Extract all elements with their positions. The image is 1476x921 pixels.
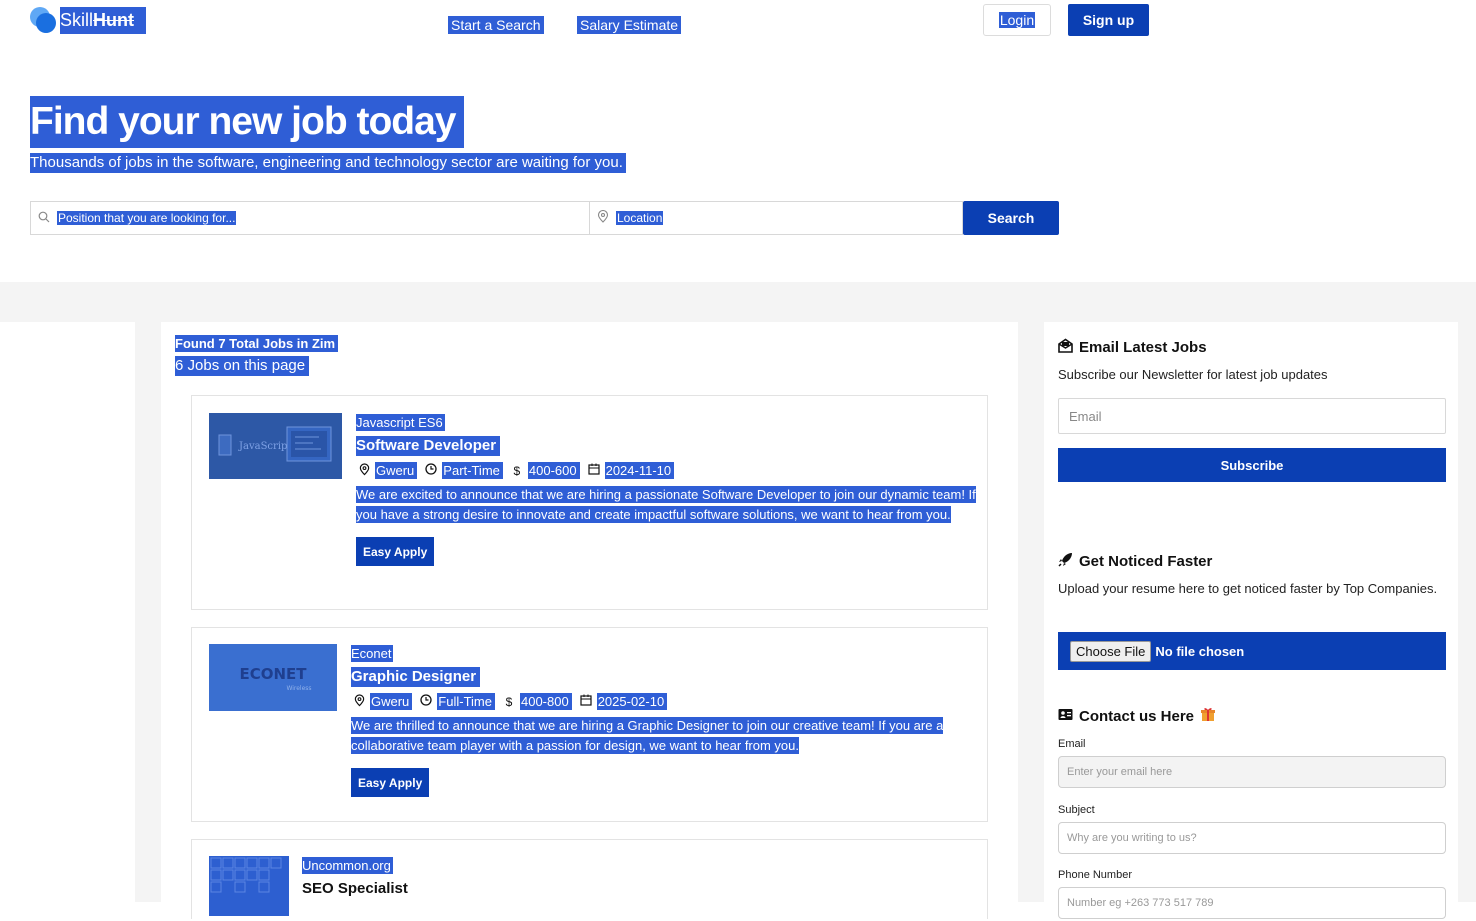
job-card[interactable]: JavaScript Javascript ES6 Software Devel… bbox=[191, 395, 988, 610]
job-date: 2025-02-10 bbox=[596, 693, 668, 710]
job-meta: Gweru Full-Time $ 400-800 2025-02-10 bbox=[351, 693, 971, 710]
job-details: Econet Graphic Designer Gweru Full-Time … bbox=[351, 645, 971, 797]
login-button[interactable]: Login bbox=[983, 4, 1051, 36]
newsletter-email-input[interactable]: Email bbox=[1058, 398, 1446, 434]
logo-text-skill: Skill bbox=[60, 9, 94, 30]
job-description: We are thrilled to announce that we are … bbox=[351, 716, 971, 756]
contact-email-input[interactable]: Enter your email here bbox=[1058, 756, 1446, 788]
email-heading-text: Email Latest Jobs bbox=[1079, 339, 1207, 356]
easy-apply-button[interactable]: Easy Apply bbox=[351, 768, 430, 797]
choose-file-button[interactable]: Choose File bbox=[1070, 640, 1152, 662]
noticed-heading-text: Get Noticed Faster bbox=[1079, 553, 1213, 570]
position-placeholder: Position that you are looking for... bbox=[57, 211, 237, 225]
top-header: Skill Hunt Start a Search Salary Estimate… bbox=[0, 0, 1476, 60]
job-company[interactable]: Econet bbox=[351, 645, 394, 662]
clock-icon bbox=[418, 694, 434, 709]
job-company-logo bbox=[209, 856, 289, 916]
noticed-subtext: Upload your resume here to get noticed f… bbox=[1058, 581, 1438, 596]
contact-heading-text: Contact us Here bbox=[1079, 707, 1195, 725]
location-pin-icon bbox=[351, 693, 367, 710]
hero-subtitle: Thousands of jobs in the software, engin… bbox=[30, 153, 626, 173]
phone-label: Phone Number bbox=[1058, 869, 1132, 881]
subscribe-button[interactable]: Subscribe bbox=[1058, 448, 1446, 482]
job-company[interactable]: Uncommon.org bbox=[302, 857, 393, 874]
envelope-open-icon bbox=[1058, 338, 1073, 357]
job-card[interactable]: ECONET Wireless Econet Graphic Designer … bbox=[191, 627, 988, 822]
location-pin-icon bbox=[356, 462, 372, 479]
job-details: Javascript ES6 Software Developer Gweru … bbox=[356, 414, 976, 566]
gift-icon bbox=[1200, 706, 1216, 726]
job-description-text: We are excited to announce that we are h… bbox=[356, 486, 976, 523]
job-location: Gweru bbox=[375, 462, 418, 479]
dollar-icon: $ bbox=[513, 463, 521, 478]
job-location: Gweru bbox=[370, 693, 413, 710]
phone-input[interactable]: Number eg +263 773 517 789 bbox=[1058, 887, 1446, 919]
job-salary: 400-800 bbox=[519, 693, 572, 710]
job-company-logo: JavaScript bbox=[209, 413, 342, 479]
right-sidebar: Email Latest Jobs Subscribe our Newslett… bbox=[1044, 322, 1458, 919]
job-title[interactable]: SEO Specialist bbox=[302, 879, 412, 899]
location-search-field[interactable]: Location bbox=[590, 201, 963, 235]
search-icon bbox=[31, 211, 57, 226]
email-latest-jobs-heading: Email Latest Jobs bbox=[1058, 338, 1207, 357]
job-company-logo: ECONET Wireless bbox=[209, 644, 337, 711]
results-on-page: 6 Jobs on this page bbox=[175, 356, 310, 376]
position-search-field[interactable]: Position that you are looking for... bbox=[30, 201, 590, 235]
results-total: Found 7 Total Jobs in Zim bbox=[175, 335, 339, 352]
clock-icon bbox=[423, 463, 439, 478]
job-company[interactable]: Javascript ES6 bbox=[356, 414, 445, 431]
email-subtext: Subscribe our Newsletter for latest job … bbox=[1058, 367, 1328, 382]
nav-start-search[interactable]: Start a Search bbox=[448, 16, 544, 34]
job-title[interactable]: Graphic Designer bbox=[351, 667, 481, 687]
job-logo-text: JavaScript bbox=[238, 441, 291, 452]
contact-card-icon bbox=[1058, 708, 1073, 725]
job-date: 2024-11-10 bbox=[604, 462, 675, 479]
location-placeholder: Location bbox=[616, 211, 664, 225]
job-description: We are excited to announce that we are h… bbox=[356, 485, 976, 525]
no-file-chosen-text: No file chosen bbox=[1155, 643, 1245, 659]
search-bar: Position that you are looking for... Loc… bbox=[30, 201, 1059, 235]
signup-button[interactable]: Sign up bbox=[1068, 4, 1149, 36]
search-button[interactable]: Search bbox=[963, 201, 1059, 235]
nav-salary-estimate[interactable]: Salary Estimate bbox=[577, 16, 682, 34]
logo[interactable]: Skill Hunt bbox=[30, 6, 146, 34]
login-label: Login bbox=[998, 12, 1036, 28]
rocket-icon bbox=[1058, 552, 1073, 571]
job-salary: 400-600 bbox=[527, 462, 580, 479]
job-description-text: We are thrilled to announce that we are … bbox=[351, 717, 944, 754]
calendar-icon bbox=[586, 463, 602, 478]
calendar-icon bbox=[578, 694, 594, 709]
subject-label: Subject bbox=[1058, 804, 1095, 816]
subject-input[interactable]: Why are you writing to us? bbox=[1058, 822, 1446, 854]
job-type: Full-Time bbox=[437, 693, 495, 710]
get-noticed-heading: Get Noticed Faster bbox=[1058, 552, 1212, 571]
contact-heading: Contact us Here bbox=[1058, 706, 1216, 726]
job-details: Uncommon.org SEO Specialist bbox=[302, 857, 922, 899]
hero-title: Find your new job today bbox=[30, 96, 464, 148]
job-title[interactable]: Software Developer bbox=[356, 436, 501, 456]
job-logo-subtext: Wireless bbox=[286, 685, 311, 692]
contact-email-label: Email bbox=[1058, 738, 1086, 750]
resume-upload[interactable]: Choose File No file chosen bbox=[1058, 632, 1446, 670]
left-filter-panel bbox=[0, 322, 135, 902]
location-pin-icon bbox=[590, 209, 616, 226]
logo-text: Skill Hunt bbox=[60, 6, 146, 34]
logo-text-hunt: Hunt bbox=[93, 9, 134, 30]
job-card[interactable]: Uncommon.org SEO Specialist bbox=[191, 839, 988, 919]
easy-apply-button[interactable]: Easy Apply bbox=[356, 537, 435, 566]
logo-mark-icon bbox=[30, 7, 56, 33]
job-meta: Gweru Part-Time $ 400-600 2024-11-10 bbox=[356, 462, 976, 479]
job-logo-text: ECONET bbox=[239, 665, 307, 683]
job-type: Part-Time bbox=[442, 462, 503, 479]
dollar-icon: $ bbox=[505, 694, 513, 709]
